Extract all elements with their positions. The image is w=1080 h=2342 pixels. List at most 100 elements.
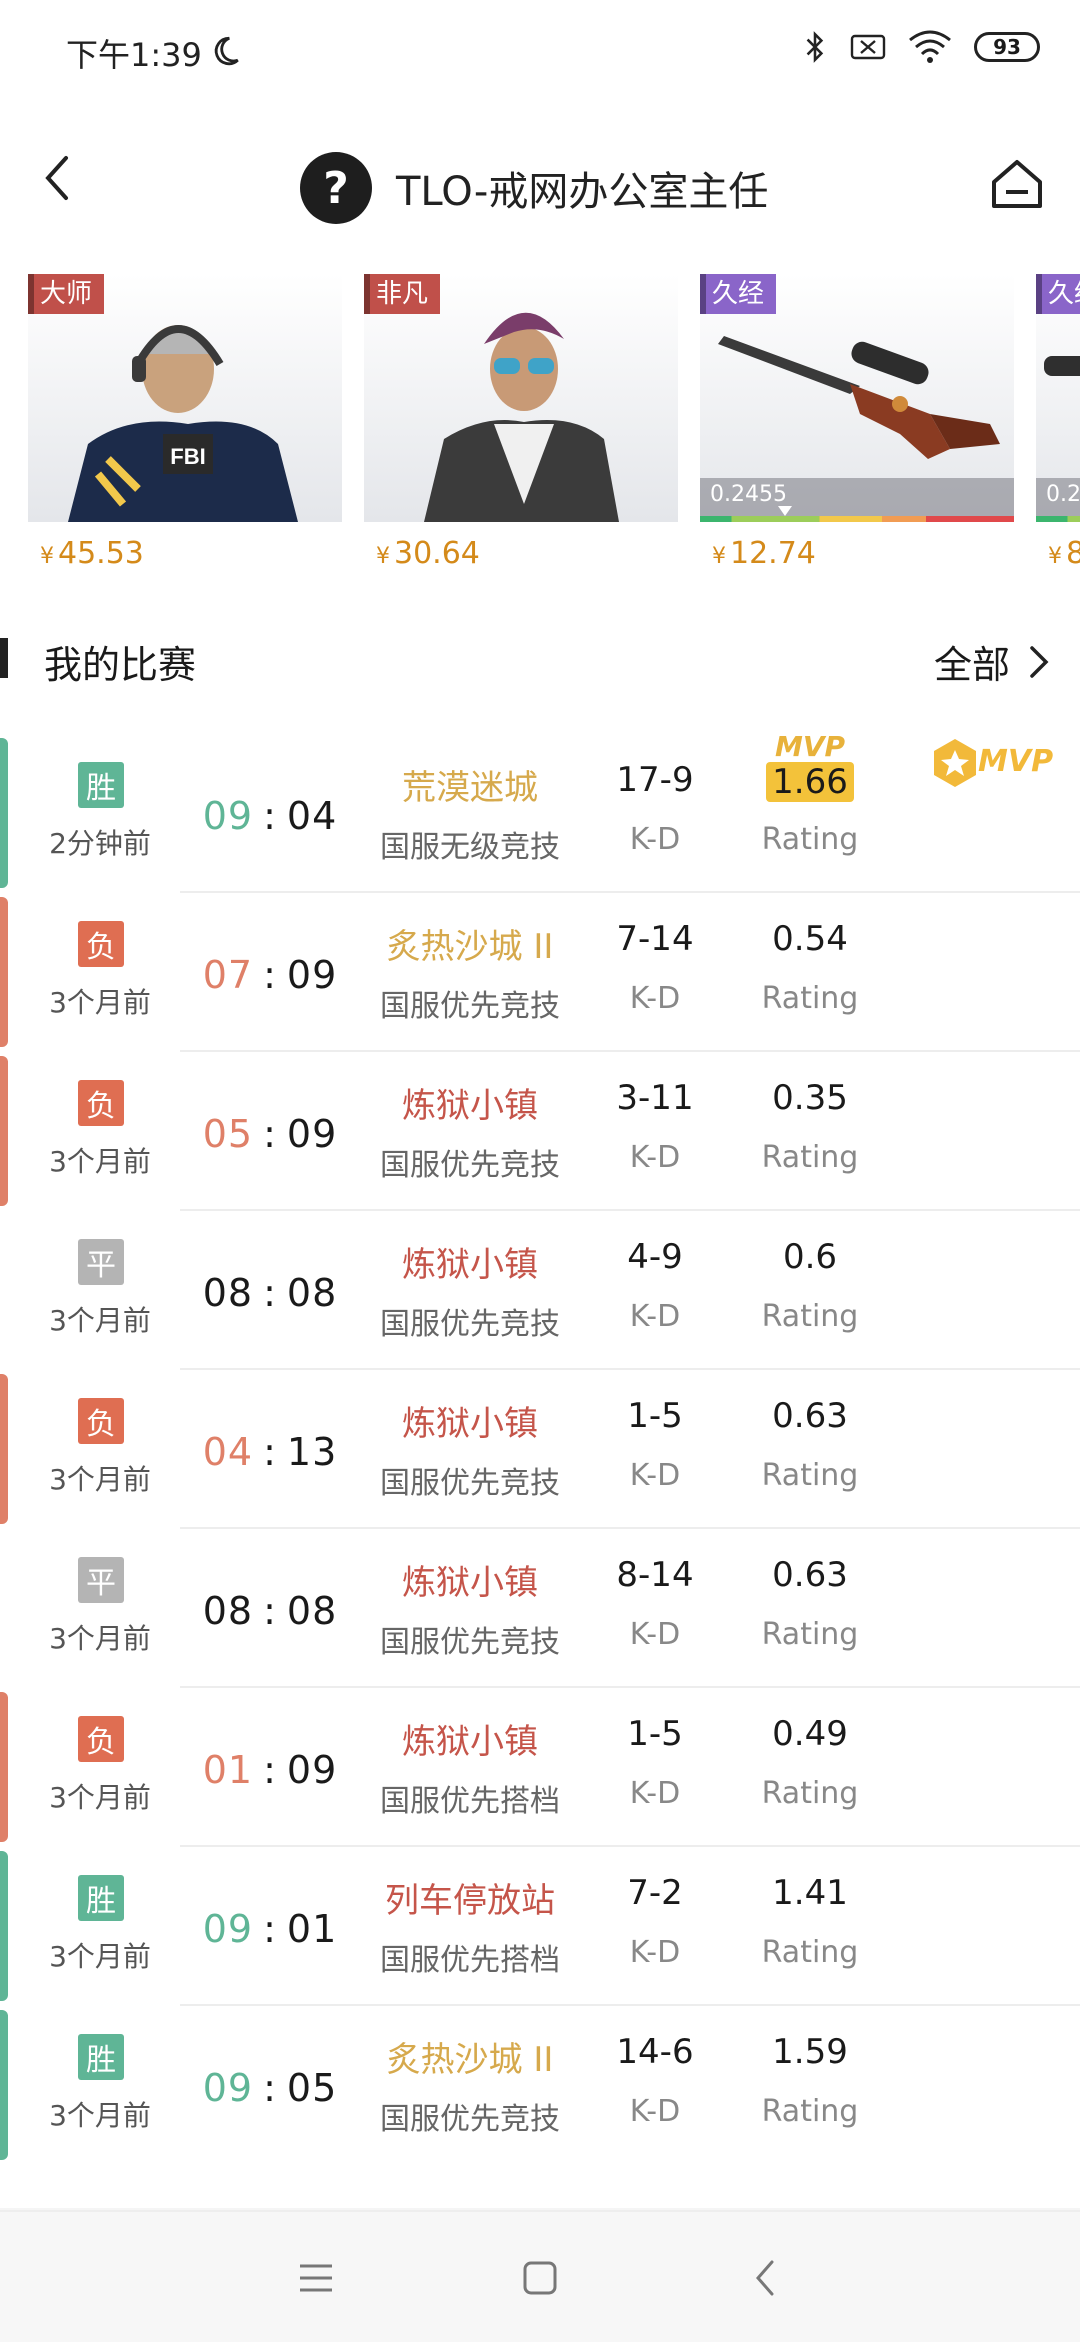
match-score: 09:05 [190,2066,350,2110]
kd-label: K-D [629,822,681,857]
match-score: 08:08 [190,1271,350,1315]
match-row[interactable]: 负 3个月前 07:09 炙热沙城 II 国服优先竞技 7-14 K-D 0.54 Rating [0,893,1080,1052]
result-stripe [0,1533,8,1683]
section-accent-bar [0,638,8,678]
rarity-tag: 久经 [700,274,777,314]
kill-death: 1-5 [627,1714,683,1754]
kd-label: K-D [629,981,681,1016]
rating-value: 0.35 [772,1078,848,1118]
score-opponent: 08 [286,1271,338,1315]
match-time: 3个月前 [49,1622,151,1655]
rating-value: 0.63 [772,1555,848,1595]
kd-label: K-D [629,1458,681,1493]
score-opponent: 08 [286,1589,338,1633]
back-icon[interactable] [744,2256,788,2300]
rarity-tag: 大师 [28,274,105,314]
match-row[interactable]: 胜 2分钟前 09:04 荒漠迷城 国服无级竞技 17-9 K-D MVP 1.66 MVP Rat… [0,730,1080,893]
weapon-image: 久经 0.2 [1036,274,1080,522]
app-header: ? TLO-戒网办公室主任 [0,100,1080,246]
match-time: 3个月前 [49,1463,151,1496]
battery-indicator: 93 [974,32,1040,62]
inventory-item[interactable]: 久经 0.2455 ¥12.74 [700,274,1014,571]
match-row[interactable]: 负 3个月前 01:09 炼狱小镇 国服优先搭档 1-5 K-D 0.49 Rating [0,1688,1080,1847]
inventory-item[interactable]: 久经 0.2 ¥8 [1036,274,1080,571]
system-nav-bar [0,2210,1080,2342]
map-name: 列车停放站 [385,1881,555,1921]
view-all-button[interactable]: 全部 [934,634,1050,689]
chevron-right-icon [1030,645,1049,678]
rarity-tag: 非凡 [364,274,441,314]
game-mode: 国服优先竞技 [380,989,560,1024]
result-stripe [0,897,8,1047]
game-mode: 国服优先竞技 [380,1307,560,1342]
map-name: 炼狱小镇 [402,1086,538,1126]
inventory-item[interactable]: FBI 大师 ¥45.53 [28,274,342,571]
score-team: 07 [202,953,254,997]
home-icon[interactable] [988,154,1046,212]
match-row[interactable]: 胜 3个月前 09:01 列车停放站 国服优先搭档 7-2 K-D 1.41 Rating [0,1847,1080,2006]
map-name: 炼狱小镇 [402,1722,538,1762]
match-row[interactable]: 平 3个月前 08:08 炼狱小镇 国服优先竞技 4-9 K-D 0.6 Rating [0,1211,1080,1370]
match-row[interactable]: 负 3个月前 05:09 炼狱小镇 国服优先竞技 3-11 K-D 0.35 Rating [0,1052,1080,1211]
kd-label: K-D [629,1776,681,1811]
kd-label: K-D [629,1935,681,1970]
rating-value: 0.63 [772,1396,848,1436]
map-name: 炼狱小镇 [402,1563,538,1603]
match-time: 3个月前 [49,1304,151,1337]
kd-label: K-D [629,1299,681,1334]
kd-label: K-D [629,1617,681,1652]
svg-text:FBI: FBI [170,444,205,469]
match-row[interactable]: 负 3个月前 04:13 炼狱小镇 国服优先竞技 1-5 K-D 0.63 Rating [0,1370,1080,1529]
inventory-item[interactable]: 非凡 ¥30.64 [364,274,678,571]
inventory-strip[interactable]: FBI 大师 ¥45.53 非凡 ¥30.64 久经 0.2455 ¥ 12.7… [0,246,1080,586]
game-mode: 国服优先搭档 [380,1784,560,1819]
game-mode: 国服优先搭档 [380,1943,560,1978]
home-square-icon[interactable] [518,2256,562,2300]
rating-label: Rating [761,1935,859,1970]
float-marker [778,506,792,516]
score-opponent: 01 [286,1907,338,1951]
score-opponent: 09 [286,953,338,997]
kill-death: 7-14 [616,919,694,959]
result-stripe [0,1692,8,1842]
kill-death: 8-14 [616,1555,694,1595]
score-team: 08 [202,1589,254,1633]
match-time: 3个月前 [49,1781,151,1814]
match-score: 09:04 [190,794,350,838]
rating-label: Rating [761,1458,859,1493]
game-mode: 国服无级竞技 [380,830,560,865]
item-price: ¥12.74 [712,536,816,571]
match-row[interactable]: 胜 3个月前 09:05 炙热沙城 II 国服优先竞技 14-6 K-D 1.59 Rating [0,2006,1080,2165]
game-mode: 国服优先竞技 [380,1625,560,1660]
score-opponent: 09 [286,1748,338,1792]
score-separator: : [263,1589,277,1633]
score-separator: : [263,794,277,838]
back-arrow-icon[interactable] [36,148,80,208]
score-team: 08 [202,1271,254,1315]
agent-image: 非凡 [364,274,678,522]
game-mode: 国服优先竞技 [380,2102,560,2137]
map-name: 炙热沙城 II [386,927,554,967]
page-title: TLO-戒网办公室主任 [396,169,769,215]
menu-icon[interactable] [294,2256,338,2300]
avatar[interactable]: ? [300,152,372,224]
match-score: 07:09 [190,953,350,997]
status-time: 下午1:39 [66,36,202,74]
match-time: 3个月前 [49,986,151,1019]
result-badge: 平 [78,1557,124,1603]
match-score: 04:13 [190,1430,350,1474]
match-row[interactable]: 平 3个月前 08:08 炼狱小镇 国服优先竞技 8-14 K-D 0.63 Rating [0,1529,1080,1688]
result-badge: 负 [78,921,124,967]
bluetooth-icon [806,31,824,63]
score-separator: : [263,1271,277,1315]
float-value-bar: 0.2 [1036,478,1080,522]
rating-label: Rating [761,822,859,857]
match-score: 08:08 [190,1589,350,1633]
weapon-image: 久经 0.2455 [700,274,1014,522]
player-title: ? TLO-戒网办公室主任 [300,152,768,224]
agent-image: FBI 大师 [28,274,342,522]
rating-value: 0.49 [772,1714,848,1754]
mvp-badge: MVP [928,736,1066,790]
rating-value: 0.6 [782,1237,838,1277]
rating-label: Rating [761,1140,859,1175]
